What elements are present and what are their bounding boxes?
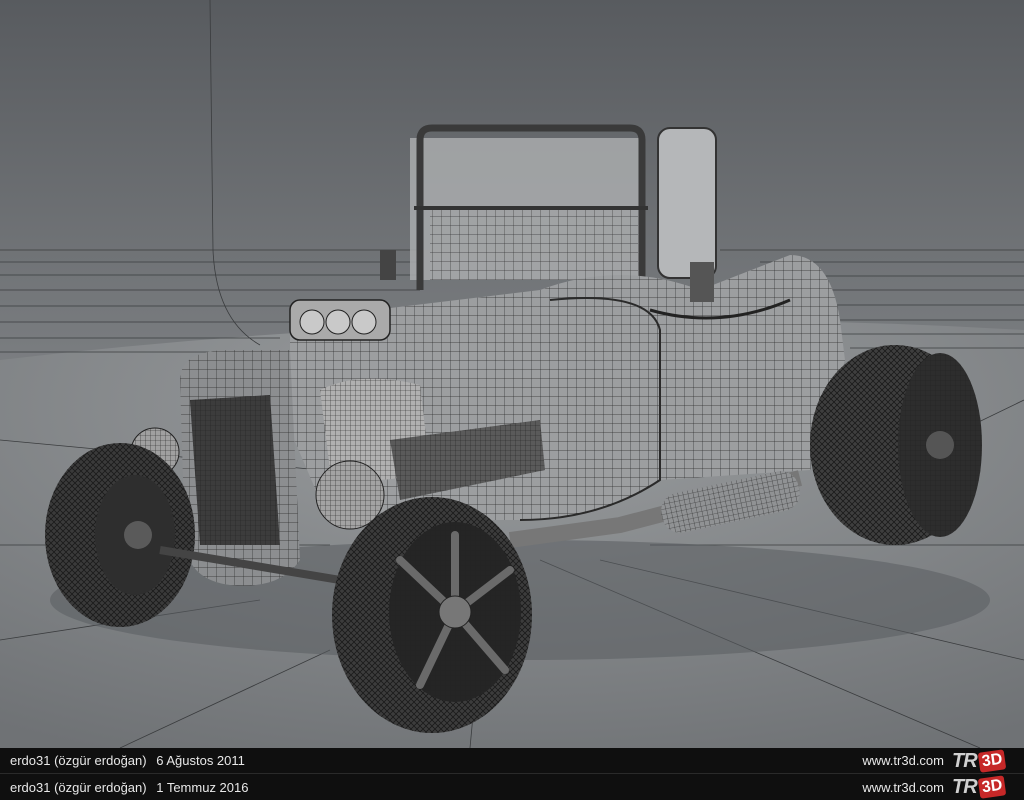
author-credit: erdo31 (özgür erdoğan) 6 Ağustos 2011 [10,753,245,768]
logo-tr: TR [952,775,978,798]
tr3d-logo: TR 3D [952,775,1018,799]
front-wheel-left [45,443,195,627]
author-name: erdo31 (özgür erdoğan) [10,753,147,768]
hot-rod-wireframe [0,0,1024,748]
logo-tr: TR [952,749,978,772]
logo-3d: 3D [977,749,1007,773]
rear-wheel [810,345,982,545]
render-image [0,0,1024,748]
author-credit: erdo31 (özgür erdoğan) 1 Temmuz 2016 [10,780,248,795]
site-link[interactable]: www.tr3d.com [862,753,944,768]
update-date: 1 Temmuz 2016 [156,779,249,795]
logo-3d: 3D [977,775,1007,799]
front-wheel-right [332,497,532,733]
tr3d-logo: TR 3D [952,749,1018,773]
windshield [380,124,717,300]
credit-row-2: erdo31 (özgür erdoğan) 1 Temmuz 2016 www… [0,774,1024,800]
upload-date: 6 Ağustos 2011 [156,753,245,768]
site-link[interactable]: www.tr3d.com [862,780,944,795]
credit-row-1: erdo31 (özgür erdoğan) 6 Ağustos 2011 ww… [0,748,1024,774]
author-name: erdo31 (özgür erdoğan) [10,779,147,795]
